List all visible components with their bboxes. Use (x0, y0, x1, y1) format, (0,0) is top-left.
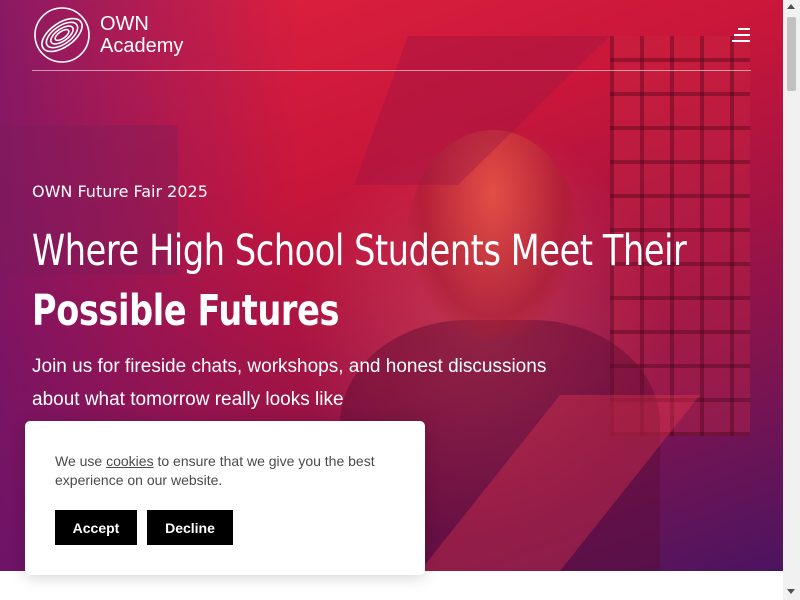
scrollbar-thumb[interactable] (787, 17, 796, 91)
hero-headline: Where High School Students Meet Their Po… (32, 221, 687, 341)
hero-headline-line2: Possible Futures (32, 286, 340, 336)
scroll-up-arrow-icon[interactable] (787, 4, 795, 9)
hero-headline-line1: Where High School Students Meet Their (32, 226, 687, 276)
hamburger-menu-icon[interactable] (730, 26, 752, 46)
hero-subtitle: Join us for fireside chats, workshops, a… (32, 356, 547, 410)
cookies-link[interactable]: cookies (106, 453, 153, 469)
cookie-consent-banner: We use cookies to ensure that we give yo… (25, 421, 425, 575)
swirl-logo-icon (34, 7, 90, 63)
brand-name-line2: Academy (100, 35, 184, 57)
page-scrollbar[interactable] (783, 0, 800, 600)
brand-name-line1: OWN (100, 13, 149, 35)
decline-cookies-button[interactable]: Decline (147, 510, 233, 545)
accept-cookies-button[interactable]: Accept (55, 510, 137, 545)
cookie-text-before: We use (55, 453, 107, 469)
header-divider (32, 70, 751, 71)
event-eyebrow: OWN Future Fair 2025 (32, 182, 208, 201)
brand-logo[interactable]: OWN Academy (32, 5, 183, 65)
brand-name: OWN Academy (100, 13, 183, 57)
cookie-message: We use cookies to ensure that we give yo… (55, 452, 400, 490)
scroll-down-arrow-icon[interactable] (787, 589, 795, 594)
